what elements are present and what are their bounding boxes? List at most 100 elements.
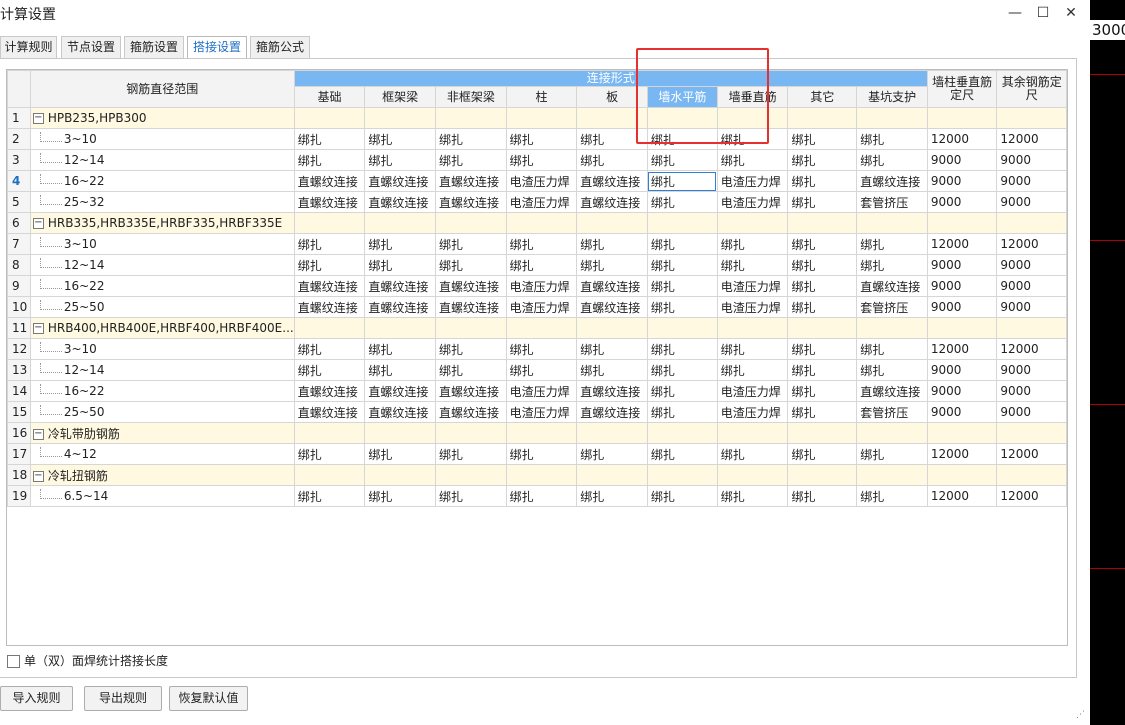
grid-cell[interactable] xyxy=(505,107,578,129)
grid-cell[interactable]: 套管挤压 xyxy=(856,401,928,423)
grid-cell[interactable] xyxy=(293,212,366,234)
grid-cell[interactable]: 绑扎 xyxy=(364,254,436,276)
grid-cell[interactable]: 12000 xyxy=(996,233,1067,255)
grid-cell[interactable]: 电渣压力焊 xyxy=(716,191,789,213)
grid-cell[interactable]: 绑扎 xyxy=(505,254,578,276)
grid-cell[interactable]: 直螺纹连接 xyxy=(856,170,928,192)
grid-cell[interactable]: 绑扎 xyxy=(293,149,366,171)
grid-cell[interactable]: 电渣压力焊 xyxy=(505,380,578,402)
grid-cell[interactable]: 12000 xyxy=(996,485,1067,507)
grid-cell[interactable]: 直螺纹连接 xyxy=(576,275,648,297)
grid-cell[interactable]: 电渣压力焊 xyxy=(716,170,789,192)
grid-cell[interactable]: 绑扎 xyxy=(787,296,858,318)
grid-cell[interactable]: 套管挤压 xyxy=(856,191,928,213)
grid-cell[interactable]: 绑扎 xyxy=(293,128,366,150)
range-cell[interactable]: 12~14 xyxy=(29,254,295,276)
grid-cell[interactable]: 电渣压力焊 xyxy=(716,401,789,423)
grid-cell[interactable]: 直螺纹连接 xyxy=(435,275,507,297)
grid-cell[interactable]: 绑扎 xyxy=(787,128,858,150)
maximize-button[interactable]: ☐ xyxy=(1028,2,1058,24)
grid-cell[interactable]: 电渣压力焊 xyxy=(505,401,578,423)
grid-cell[interactable] xyxy=(926,317,998,339)
grid-cell[interactable]: 直螺纹连接 xyxy=(856,380,928,402)
grid-cell[interactable]: 直螺纹连接 xyxy=(576,296,648,318)
grid-cell[interactable]: 9000 xyxy=(926,170,998,192)
grid-cell[interactable]: 绑扎 xyxy=(364,443,436,465)
grid-cell[interactable] xyxy=(856,212,928,234)
grid-cell[interactable] xyxy=(787,317,858,339)
grid-cell[interactable] xyxy=(576,464,648,486)
grid-cell[interactable]: 直螺纹连接 xyxy=(435,296,507,318)
grid-cell[interactable] xyxy=(996,212,1067,234)
range-cell[interactable]: 4~12 xyxy=(29,443,295,465)
grid-cell[interactable]: 绑扎 xyxy=(716,128,789,150)
grid-cell[interactable] xyxy=(996,464,1067,486)
grid-cell[interactable]: 电渣压力焊 xyxy=(505,275,578,297)
grid-cell[interactable]: 绑扎 xyxy=(435,485,507,507)
export-rules-button[interactable]: 导出规则 xyxy=(84,686,162,711)
grid-cell[interactable]: 绑扎 xyxy=(576,254,648,276)
grid-cell[interactable] xyxy=(716,317,789,339)
grid-cell[interactable] xyxy=(576,422,648,444)
grid-cell[interactable]: 9000 xyxy=(996,149,1067,171)
grid-cell[interactable]: 9000 xyxy=(926,296,998,318)
grid-cell[interactable]: 绑扎 xyxy=(364,338,436,360)
group-range-cell[interactable]: − HPB235,HPB300 xyxy=(29,107,295,129)
grid-cell[interactable]: 绑扎 xyxy=(435,128,507,150)
grid-cell[interactable]: 绑扎 xyxy=(646,359,718,381)
grid-cell[interactable]: 绑扎 xyxy=(505,359,578,381)
grid-cell[interactable] xyxy=(787,422,858,444)
range-cell[interactable]: 16~22 xyxy=(29,380,295,402)
grid-cell[interactable]: 绑扎 xyxy=(856,233,928,255)
grid-cell[interactable] xyxy=(435,107,507,129)
grid-cell[interactable]: 绑扎 xyxy=(646,485,718,507)
collapse-icon[interactable]: − xyxy=(32,470,44,482)
grid-cell[interactable]: 绑扎 xyxy=(293,485,366,507)
grid-cell[interactable]: 绑扎 xyxy=(787,254,858,276)
grid-cell[interactable] xyxy=(716,464,789,486)
grid-cell[interactable] xyxy=(926,422,998,444)
grid-cell[interactable]: 绑扎 xyxy=(856,254,928,276)
grid-cell[interactable] xyxy=(364,107,436,129)
grid-cell[interactable]: 12000 xyxy=(926,338,998,360)
grid-cell[interactable]: 12000 xyxy=(926,128,998,150)
minimize-button[interactable]: — xyxy=(1000,2,1030,24)
import-rules-button[interactable]: 导入规则 xyxy=(0,686,73,711)
grid-cell[interactable]: 绑扎 xyxy=(716,443,789,465)
grid-cell[interactable]: 绑扎 xyxy=(716,359,789,381)
grid-cell[interactable]: 12000 xyxy=(996,338,1067,360)
grid-cell[interactable]: 绑扎 xyxy=(646,254,718,276)
grid-cell[interactable]: 直螺纹连接 xyxy=(364,380,436,402)
grid-cell[interactable] xyxy=(293,464,366,486)
grid-cell[interactable]: 电渣压力焊 xyxy=(505,191,578,213)
grid-cell[interactable] xyxy=(926,212,998,234)
grid-cell[interactable]: 直螺纹连接 xyxy=(435,170,507,192)
range-cell[interactable]: 3~10 xyxy=(29,338,295,360)
range-cell[interactable]: 16~22 xyxy=(29,275,295,297)
close-button[interactable]: ✕ xyxy=(1056,2,1086,24)
grid-cell[interactable]: 绑扎 xyxy=(646,443,718,465)
grid-cell[interactable]: 绑扎 xyxy=(856,338,928,360)
range-cell[interactable]: 25~32 xyxy=(29,191,295,213)
grid-cell[interactable] xyxy=(505,464,578,486)
grid-cell[interactable]: 绑扎 xyxy=(576,443,648,465)
grid-cell[interactable]: 绑扎 xyxy=(787,149,858,171)
weld-length-option[interactable]: 单（双）面焊统计搭接长度 xyxy=(7,653,168,669)
grid-cell[interactable]: 直螺纹连接 xyxy=(435,191,507,213)
grid-cell[interactable] xyxy=(293,107,366,129)
grid-cell[interactable]: 9000 xyxy=(926,191,998,213)
grid-cell[interactable]: 绑扎 xyxy=(576,359,648,381)
grid-cell[interactable]: 绑扎 xyxy=(716,254,789,276)
grid-cell[interactable]: 直螺纹连接 xyxy=(364,401,436,423)
grid-cell[interactable] xyxy=(576,212,648,234)
grid-cell[interactable] xyxy=(435,317,507,339)
grid-cell[interactable]: 绑扎 xyxy=(576,149,648,171)
grid-cell[interactable] xyxy=(787,464,858,486)
grid-cell[interactable]: 绑扎 xyxy=(787,359,858,381)
grid-cell[interactable]: 9000 xyxy=(926,401,998,423)
grid-cell[interactable]: 绑扎 xyxy=(293,233,366,255)
grid-cell[interactable]: 9000 xyxy=(926,380,998,402)
grid-cell[interactable] xyxy=(856,464,928,486)
grid-cell[interactable]: 绑扎 xyxy=(293,254,366,276)
grid-cell[interactable]: 绑扎 xyxy=(787,191,858,213)
